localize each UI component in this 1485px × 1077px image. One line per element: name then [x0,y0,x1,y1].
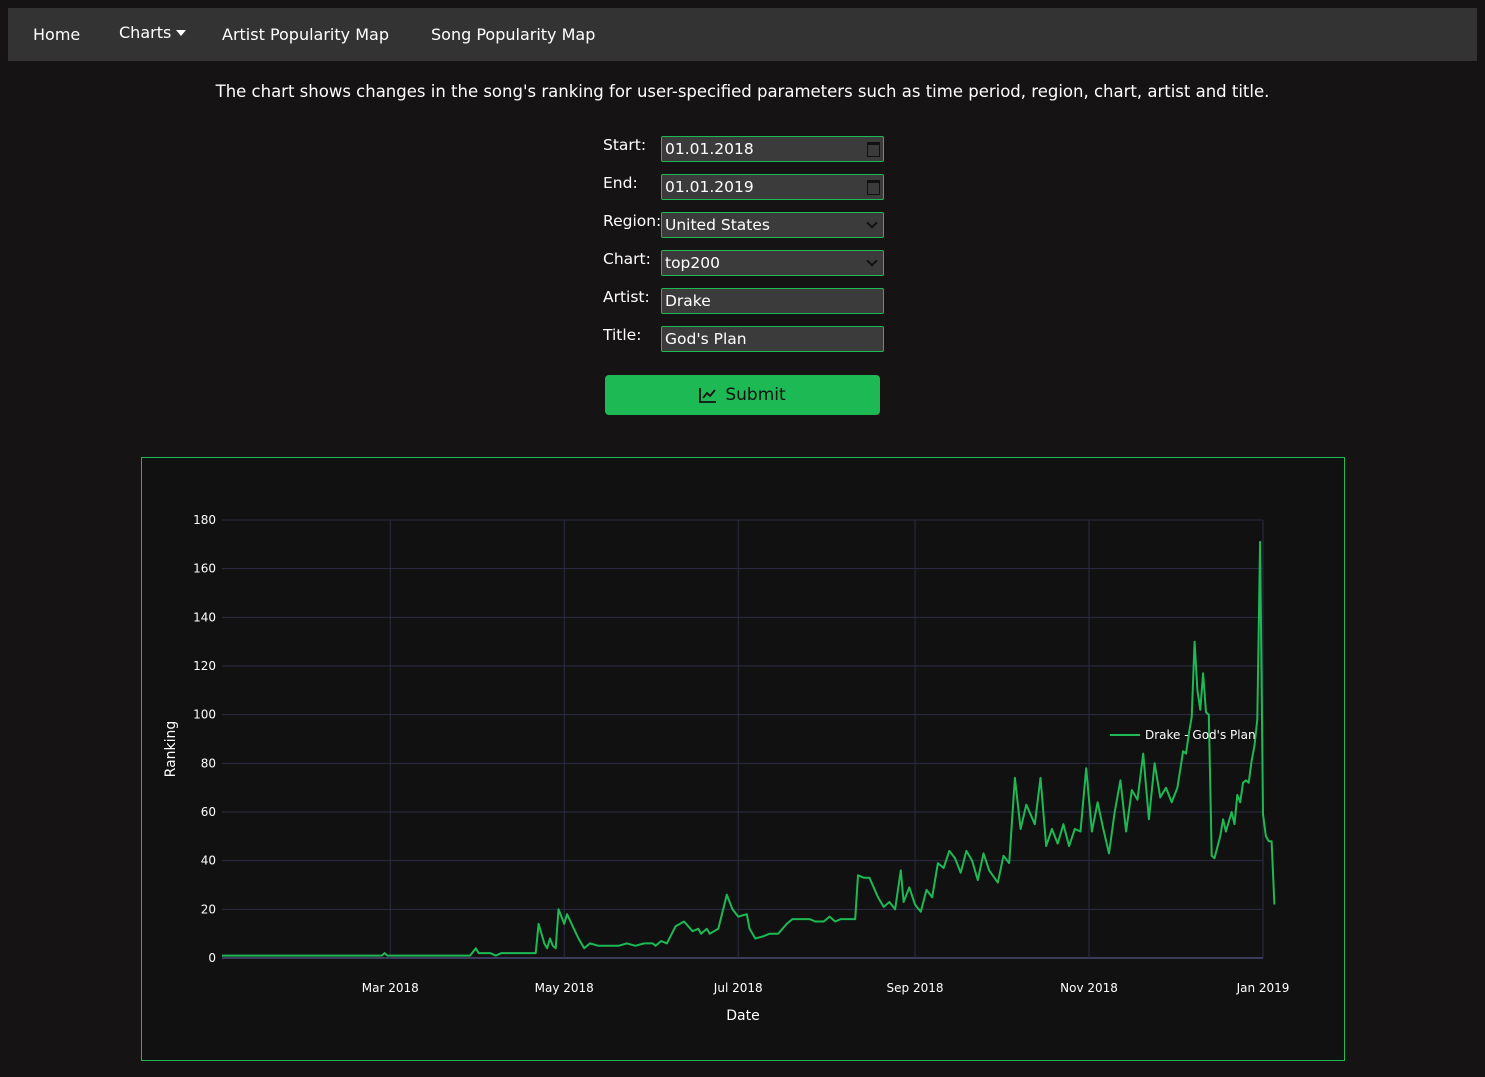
region-select[interactable]: United States [661,212,884,238]
artist-input[interactable]: Drake [661,288,884,314]
start-date-input[interactable]: 01.01.2018 [661,136,884,162]
nav-charts-dropdown[interactable]: Charts [119,23,187,42]
legend-label: Drake - God's Plan [1145,728,1256,742]
region-value: United States [665,216,770,234]
chevron-down-icon [866,217,878,229]
title-label: Title: [603,326,642,344]
chart-label: Chart: [603,250,651,268]
end-date-value: 01.01.2019 [665,178,754,196]
submit-label: Submit [725,385,786,405]
end-date-row: End: 01.01.2019 [603,174,884,200]
page-description: The chart shows changes in the song's ra… [215,82,1270,101]
artist-value: Drake [665,292,711,310]
title-value: God's Plan [665,330,747,348]
calendar-icon[interactable] [867,179,880,195]
x-axis-ticks: Mar 2018 May 2018 Jul 2018 Sep 2018 Nov 2018… [362,981,1290,995]
y-axis-ticks: 0 20 40 60 80 100 120 140 160 180 [193,513,216,965]
chart-grid [222,519,1264,959]
start-date-label: Start: [603,136,647,154]
chart-line-icon [699,388,717,403]
x-axis-title: Date [726,1008,759,1024]
y-tick-label: 20 [201,902,216,916]
y-tick-label: 0 [208,951,216,965]
title-input[interactable]: God's Plan [661,326,884,352]
nav-charts-label: Charts [119,23,172,42]
y-tick-label: 60 [201,805,216,819]
caret-down-icon [176,29,187,36]
end-date-input[interactable]: 01.01.2019 [661,174,884,200]
nav-home-link[interactable]: Home [33,25,80,44]
start-date-value: 01.01.2018 [665,140,754,158]
x-tick-label: Nov 2018 [1060,981,1118,995]
nav-song-map-link[interactable]: Song Popularity Map [431,25,595,44]
end-date-label: End: [603,174,638,192]
artist-row: Artist: Drake [603,288,884,314]
calendar-icon[interactable] [867,141,880,157]
y-tick-label: 120 [193,659,216,673]
ranking-line-chart[interactable]: 0 20 40 60 80 100 120 140 160 180 Mar 2018 May 201… [142,458,1344,1060]
artist-label: Artist: [603,288,650,306]
series-line-drake-gods-plan[interactable] [222,540,1276,957]
y-tick-label: 160 [193,562,216,576]
x-tick-label: Sep 2018 [887,981,944,995]
y-tick-label: 100 [193,708,216,722]
y-tick-label: 40 [201,854,216,868]
y-tick-label: 80 [201,756,216,770]
y-axis-title: Ranking [163,721,179,778]
title-row: Title: God's Plan [603,326,884,352]
region-label: Region: [603,212,662,230]
y-tick-label: 140 [193,610,216,624]
chart-select[interactable]: top200 [661,250,884,276]
navbar: Home Charts Artist Popularity Map Song P… [8,8,1477,61]
region-row: Region: United States [603,212,884,238]
start-date-row: Start: 01.01.2018 [603,136,884,162]
nav-artist-map-link[interactable]: Artist Popularity Map [222,25,389,44]
submit-button[interactable]: Submit [605,375,880,415]
x-tick-label: Jul 2018 [713,981,763,995]
chart-container: 0 20 40 60 80 100 120 140 160 180 Mar 2018 May 201… [141,457,1345,1061]
chart-row: Chart: top200 [603,250,884,276]
x-tick-label: Mar 2018 [362,981,419,995]
y-tick-label: 180 [193,513,216,527]
chevron-down-icon [866,255,878,267]
chart-legend[interactable]: Drake - God's Plan [1110,728,1256,742]
chart-value: top200 [665,254,720,272]
x-tick-label: Jan 2019 [1236,981,1290,995]
x-tick-label: May 2018 [535,981,594,995]
